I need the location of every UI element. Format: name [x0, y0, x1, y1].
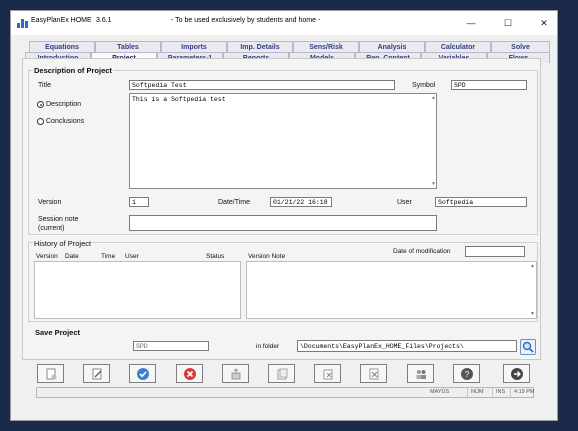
- col-version-note: Version Note: [248, 253, 286, 260]
- description-text: This is a Softpedia test: [132, 96, 226, 103]
- date-modification-input[interactable]: [465, 246, 525, 257]
- confirm-icon: [136, 367, 149, 380]
- users-button[interactable]: [407, 364, 434, 383]
- description-legend: Description of Project: [33, 66, 113, 75]
- date-modification-label: Date of modification: [393, 248, 451, 255]
- col-version: Version: [36, 253, 58, 260]
- tab-analysis[interactable]: Analysis: [359, 41, 425, 52]
- col-status: Status: [206, 253, 225, 260]
- tab-tables[interactable]: Tables: [95, 41, 161, 52]
- edit-icon: [92, 368, 102, 379]
- user-label: User: [397, 199, 412, 206]
- description-textarea[interactable]: This is a Softpedia test ▲ ▼: [129, 93, 437, 189]
- history-scroll-up-icon[interactable]: ▲: [530, 263, 535, 269]
- tab-imports[interactable]: Imports: [161, 41, 227, 52]
- import-icon: [323, 369, 332, 379]
- symbol-input[interactable]: SPD: [451, 80, 527, 90]
- export-button[interactable]: [222, 364, 249, 383]
- exit-icon: [510, 367, 523, 380]
- folder-label: in folder: [256, 343, 280, 350]
- cancel-button[interactable]: [176, 364, 203, 383]
- session-note-input[interactable]: [129, 215, 437, 231]
- title-bar: EasyPlanEx HOME 3.6.1 - To be used exclu…: [11, 11, 557, 35]
- open-icon: [277, 368, 287, 379]
- tab-imp-details[interactable]: Imp. Details: [227, 41, 293, 52]
- export-icon: [231, 367, 240, 379]
- license-note: - To be used exclusively by students and…: [171, 17, 321, 24]
- browse-folder-button[interactable]: [520, 339, 536, 355]
- status-bar: MAYÚS NÚM INS 4:19 PM: [36, 387, 534, 398]
- app-chart-icon: [17, 18, 28, 28]
- title-label: Title: [38, 82, 51, 89]
- svg-text:?: ?: [464, 370, 469, 379]
- conclusions-radio[interactable]: [37, 118, 44, 125]
- import-button[interactable]: [314, 364, 341, 383]
- users-icon: [416, 369, 426, 379]
- version-label: Version: [38, 199, 62, 206]
- search-icon: [522, 341, 534, 353]
- edit-button[interactable]: [83, 364, 110, 383]
- datetime-input[interactable]: 01/21/22 16:18: [270, 197, 332, 207]
- description-radio[interactable]: [37, 101, 44, 108]
- version-note-list[interactable]: ▲ ▼: [246, 261, 537, 319]
- description-radio-label: Description: [46, 101, 82, 108]
- tab-equations[interactable]: Equations: [29, 41, 95, 52]
- save-legend: Save Project: [34, 328, 82, 337]
- session-note-sublabel: (current): [38, 225, 65, 232]
- tab-sens-risk[interactable]: Sens/Risk: [293, 41, 359, 52]
- scroll-down-icon[interactable]: ▼: [432, 181, 435, 187]
- num-indicator: NÚM: [467, 388, 492, 397]
- confirm-button[interactable]: [129, 364, 156, 383]
- caps-indicator: MAYÚS: [430, 389, 450, 395]
- new-document-icon: [46, 368, 56, 379]
- delete-button[interactable]: [360, 364, 387, 383]
- scroll-up-icon[interactable]: ▲: [432, 95, 435, 101]
- ins-indicator: INS: [492, 388, 510, 397]
- minimize-button[interactable]: —: [456, 11, 486, 35]
- open-button[interactable]: [268, 364, 295, 383]
- history-legend: History of Project: [33, 239, 93, 248]
- symbol-label: Symbol: [412, 82, 436, 89]
- new-button[interactable]: [37, 364, 64, 383]
- help-button[interactable]: ?: [453, 364, 480, 383]
- delete-icon: [369, 368, 378, 379]
- col-user: User: [125, 253, 139, 260]
- history-list[interactable]: [34, 261, 241, 319]
- maximize-button[interactable]: ☐: [493, 11, 523, 35]
- user-input[interactable]: Softpedia: [435, 197, 527, 207]
- col-time: Time: [101, 253, 116, 260]
- window-title: EasyPlanEx HOME: [31, 17, 92, 24]
- datetime-label: Date/Time: [218, 199, 251, 206]
- version-input[interactable]: 1: [129, 197, 149, 207]
- conclusions-radio-label: Conclusions: [46, 118, 85, 125]
- col-date: Date: [65, 253, 79, 260]
- title-input[interactable]: Softpedia Test: [129, 80, 395, 90]
- app-version: 3.6.1: [96, 17, 112, 24]
- help-icon: ?: [460, 367, 473, 380]
- session-note-label: Session note: [38, 216, 79, 223]
- save-symbol-input[interactable]: SPD: [133, 341, 209, 351]
- history-scroll-down-icon[interactable]: ▼: [530, 311, 535, 317]
- exit-button[interactable]: [503, 364, 530, 383]
- tab-solve[interactable]: Solve: [491, 41, 550, 52]
- tab-calculator[interactable]: Calculator: [425, 41, 491, 52]
- cancel-icon: [183, 367, 196, 380]
- close-button[interactable]: ✕: [529, 11, 557, 35]
- folder-input[interactable]: \Documents\EasyPlanEx_HOME_Files\Project…: [297, 340, 517, 352]
- status-time: 4:19 PM: [510, 388, 535, 397]
